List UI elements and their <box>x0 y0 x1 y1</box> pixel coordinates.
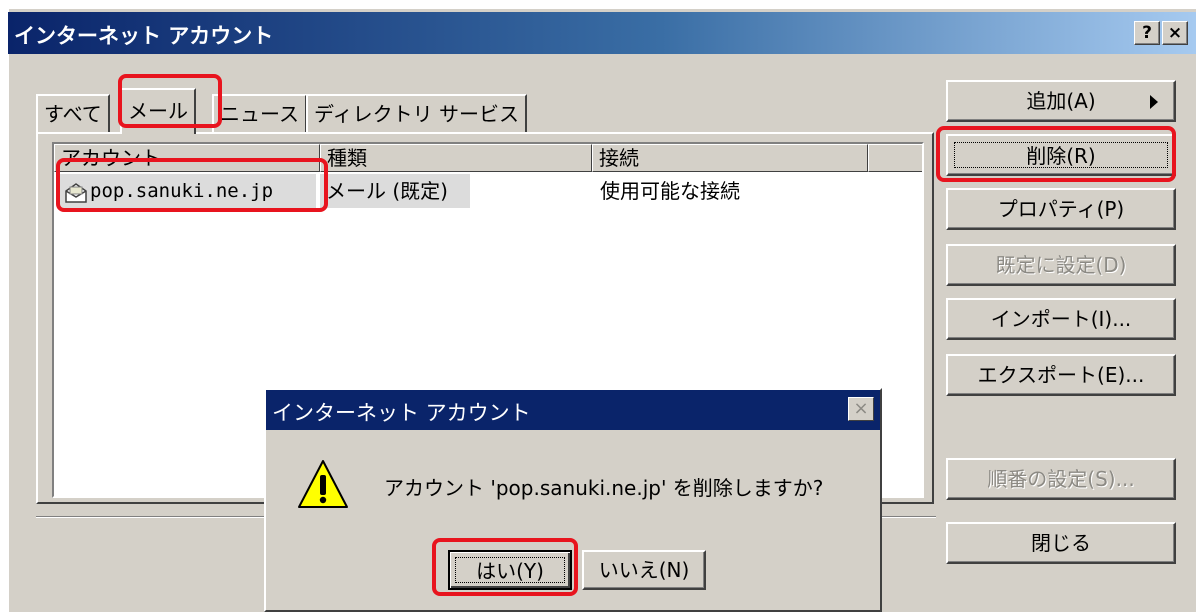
submenu-arrow-icon <box>1150 95 1158 109</box>
highlight-yes-button <box>432 538 578 596</box>
export-button[interactable]: エクスポート(E)... <box>946 354 1176 396</box>
row-account-type: メール (既定) <box>326 179 448 203</box>
row-connection: 使用可能な接続 <box>600 179 740 203</box>
highlight-delete-button <box>936 126 1176 182</box>
order-button[interactable]: 順番の設定(S)... <box>946 458 1176 500</box>
highlight-mail-tab <box>118 74 222 128</box>
tab-news[interactable]: ニュース <box>212 94 307 132</box>
column-header-type[interactable]: 種類 <box>320 144 592 172</box>
dialog-title-bar[interactable]: インターネット アカウント × <box>266 390 880 430</box>
title-bar[interactable]: インターネット アカウント ? × <box>8 12 1196 54</box>
dialog-close-icon[interactable]: × <box>848 397 874 421</box>
highlight-account-row <box>56 158 328 212</box>
close-window-button[interactable]: × <box>1162 21 1188 45</box>
close-button[interactable]: 閉じる <box>946 522 1176 564</box>
properties-button[interactable]: プロパティ(P) <box>946 188 1176 230</box>
dialog-title: インターネット アカウント <box>272 401 531 425</box>
column-header-connection[interactable]: 接続 <box>592 144 868 172</box>
column-header-filler <box>868 144 922 172</box>
set-default-button[interactable]: 既定に設定(D) <box>946 244 1176 286</box>
tab-all[interactable]: すべて <box>36 94 110 132</box>
no-button[interactable]: いいえ(N) <box>582 550 706 590</box>
warning-icon <box>298 460 348 508</box>
import-button[interactable]: インポート(I)... <box>946 298 1176 340</box>
add-button[interactable]: 追加(A) <box>946 80 1176 122</box>
tab-directory-service[interactable]: ディレクトリ サービス <box>306 94 527 132</box>
help-button[interactable]: ? <box>1134 21 1160 45</box>
window-title: インターネット アカウント <box>14 24 274 48</box>
add-button-label: 追加(A) <box>1026 89 1096 113</box>
dialog-message: アカウント 'pop.sanuki.ne.jp' を削除しますか? <box>384 476 824 500</box>
